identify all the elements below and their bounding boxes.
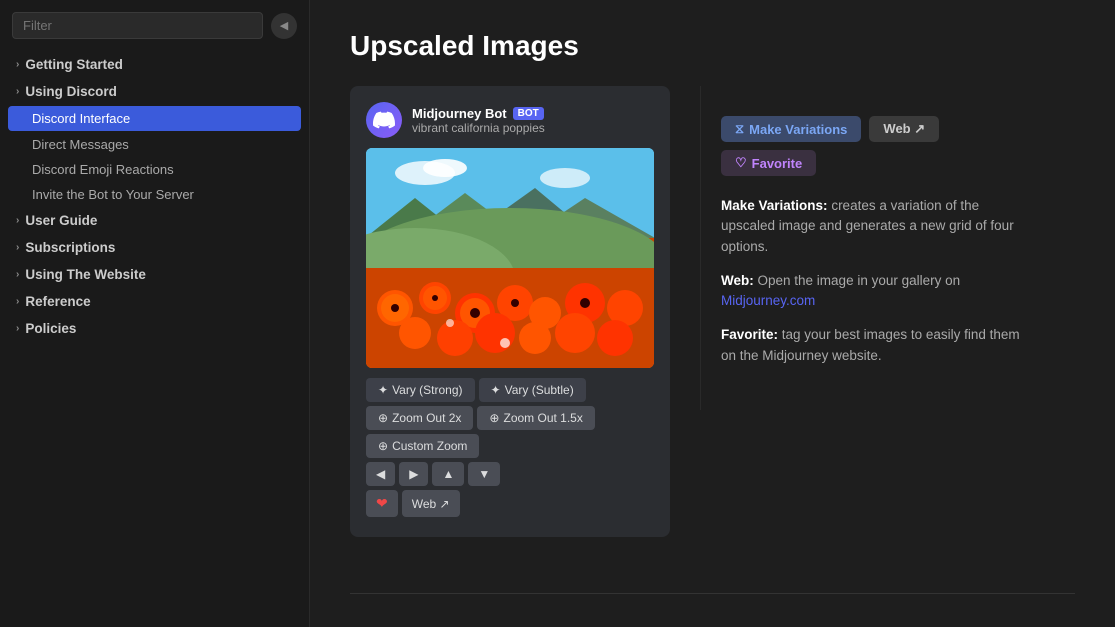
sidebar-item-reference[interactable]: › Reference	[0, 288, 309, 315]
sidebar-item-discord-emoji-reactions[interactable]: Discord Emoji Reactions	[0, 157, 309, 182]
sidebar-item-discord-interface[interactable]: Discord Interface	[8, 106, 301, 131]
zoom-icon-3: ⊕	[378, 439, 388, 453]
web-link-button[interactable]: Web ↗	[402, 490, 460, 517]
sidebar-item-subscriptions[interactable]: › Subscriptions	[0, 234, 309, 261]
pan-right-button[interactable]: ▶	[399, 462, 428, 486]
pan-left-button[interactable]: ◀	[366, 462, 395, 486]
sidebar-item-direct-messages[interactable]: Direct Messages	[0, 132, 309, 157]
sidebar-item-user-guide[interactable]: › User Guide	[0, 207, 309, 234]
web-description: Web: Open the image in your gallery on M…	[721, 271, 1020, 312]
vary-buttons-row: ✦ Vary (Strong) ✦ Vary (Subtle)	[366, 378, 654, 402]
midjourney-link[interactable]: Midjourney.com	[721, 293, 815, 308]
page-title: Upscaled Images	[350, 30, 1075, 62]
make-variations-description: Make Variations: creates a variation of …	[721, 196, 1020, 257]
heart-web-row: ❤ Web ↗	[366, 490, 654, 517]
chevron-right-icon-6: ›	[16, 323, 19, 334]
chevron-right-icon-4: ›	[16, 269, 19, 280]
right-panel: ⧖ Make Variations Web ↗ ♡ Favorite Make …	[700, 86, 1040, 410]
filter-input[interactable]	[12, 12, 263, 39]
chevron-right-icon-5: ›	[16, 296, 19, 307]
chevron-down-icon: ›	[16, 86, 19, 97]
pan-down-button[interactable]: ▼	[468, 462, 500, 486]
sidebar-item-policies[interactable]: › Policies	[0, 315, 309, 342]
zoom-icon-2: ⊕	[489, 411, 499, 425]
zoom-out-2x-button[interactable]: ⊕ Zoom Out 2x	[366, 406, 473, 430]
favorite-description: Favorite: tag your best images to easily…	[721, 325, 1020, 366]
zoom-buttons-row: ⊕ Zoom Out 2x ⊕ Zoom Out 1.5x ⊕ Custom Z…	[366, 406, 654, 458]
sidebar-item-using-website[interactable]: › Using The Website	[0, 261, 309, 288]
favorite-heart-button[interactable]: ❤	[366, 490, 398, 517]
bot-badge: BOT	[513, 107, 544, 120]
variations-icon: ⧖	[735, 121, 744, 137]
chevron-right-icon-2: ›	[16, 215, 19, 226]
custom-zoom-button[interactable]: ⊕ Custom Zoom	[366, 434, 479, 458]
bot-avatar	[366, 102, 402, 138]
make-variations-badge[interactable]: ⧖ Make Variations	[721, 116, 861, 142]
sidebar: ◀ › Getting Started › Using Discord Disc…	[0, 0, 310, 627]
favorite-badge[interactable]: ♡ Favorite	[721, 150, 816, 176]
vary-subtle-icon: ✦	[491, 383, 501, 397]
chevron-right-icon-3: ›	[16, 242, 19, 253]
generated-image-container	[366, 148, 654, 368]
sidebar-item-using-discord[interactable]: › Using Discord	[0, 78, 309, 105]
heart-icon: ♡	[735, 155, 747, 171]
bottom-section: Direct Messages If the #general or #newb…	[350, 593, 1075, 627]
collapse-button[interactable]: ◀	[271, 13, 297, 39]
vary-subtle-button[interactable]: ✦ Vary (Subtle)	[479, 378, 586, 402]
pan-up-button[interactable]: ▲	[432, 462, 464, 486]
zoom-out-1-5x-button[interactable]: ⊕ Zoom Out 1.5x	[477, 406, 594, 430]
bot-name: Midjourney Bot	[412, 106, 507, 121]
web-badge[interactable]: Web ↗	[869, 116, 939, 142]
chevron-right-icon: ›	[16, 59, 19, 70]
bot-subtitle: vibrant california poppies	[412, 121, 545, 135]
sidebar-item-getting-started[interactable]: › Getting Started	[0, 51, 309, 78]
action-badges: ⧖ Make Variations Web ↗ ♡ Favorite	[721, 116, 1020, 176]
zoom-icon-1: ⊕	[378, 411, 388, 425]
sidebar-item-invite-bot[interactable]: Invite the Bot to Your Server	[0, 182, 309, 207]
arrow-buttons-row: ◀ ▶ ▲ ▼	[366, 462, 654, 486]
vary-strong-icon: ✦	[378, 383, 388, 397]
discord-card: Midjourney Bot BOT vibrant california po…	[350, 86, 670, 537]
generated-image	[366, 148, 654, 368]
main-content: Upscaled Images Midjourney Bot BOT vibra…	[310, 0, 1115, 627]
vary-strong-button[interactable]: ✦ Vary (Strong)	[366, 378, 475, 402]
